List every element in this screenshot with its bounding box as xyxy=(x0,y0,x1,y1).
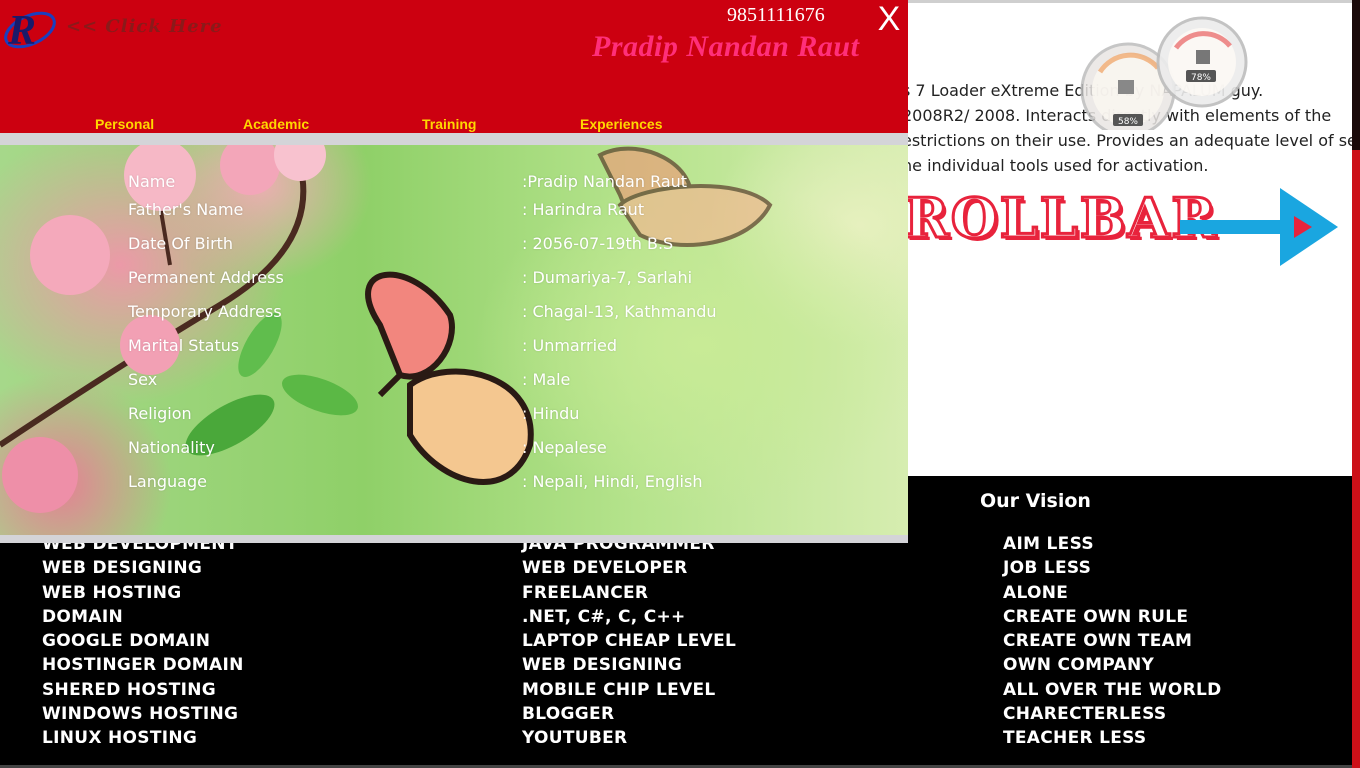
list-item: CHARECTERLESS xyxy=(1003,704,1167,725)
tab-experiences[interactable]: Experiences xyxy=(580,116,663,132)
list-item: ALL OVER THE WORLD xyxy=(1003,679,1222,700)
cpu-gauge-gadget[interactable]: 58% 78% xyxy=(1080,10,1250,130)
cpu-icon xyxy=(1118,80,1134,94)
gauge-large-value: 78% xyxy=(1191,73,1211,83)
list-item: BLOGGER xyxy=(522,704,615,725)
value-date-of-birth: : 2056-07-19th B.S xyxy=(522,234,674,253)
header-divider xyxy=(0,133,908,145)
label-permanent-address: Permanent Address xyxy=(128,268,284,287)
list-item: GOOGLE DOMAIN xyxy=(42,631,211,652)
list-item: HOSTINGER DOMAIN xyxy=(42,655,244,676)
value-language: : Nepali, Hindi, English xyxy=(522,472,703,491)
label-nationality: Nationality xyxy=(128,438,215,457)
vision-title: Our Vision xyxy=(980,490,1091,512)
window-edge xyxy=(1352,0,1360,768)
vision-list: AIM LESS JOB LESS ALONE CREATE OWN RULE … xyxy=(1003,532,1222,751)
list-item: .NET, C#, C, C++ xyxy=(522,606,686,627)
value-nationality: : Nepalese xyxy=(522,438,607,457)
label-language: Language xyxy=(128,472,207,491)
label-temporary-address: Temporary Address xyxy=(128,302,282,321)
list-item: WEB DESIGNING xyxy=(522,655,683,676)
close-button[interactable]: X xyxy=(874,0,904,39)
label-marital-status: Marital Status xyxy=(128,336,240,355)
skills-list: JAVA PROGRAMMER WEB DEVELOPER FREELANCER… xyxy=(522,532,736,751)
list-item: DOMAIN xyxy=(42,606,123,627)
popup-bottom-border xyxy=(0,535,908,543)
popup-header: R << Click Here 9851111676 X Pradip Nand… xyxy=(0,0,908,133)
value-sex: : Male xyxy=(522,370,571,389)
list-item: LAPTOP CHEAP LEVEL xyxy=(522,631,737,652)
list-item: WEB DEVELOPER xyxy=(522,558,688,579)
tab-academic[interactable]: Academic xyxy=(243,116,309,132)
list-item: LINUX HOSTING xyxy=(42,728,198,749)
services-list: WEB DEVELOPMENT WEB DESIGNING WEB HOSTIN… xyxy=(42,532,244,751)
list-item: JOB LESS xyxy=(1003,558,1092,579)
list-item: YOUTUBER xyxy=(522,728,628,749)
personal-info: Name :Pradip Nandan Raut Father's Name :… xyxy=(0,145,908,535)
phone-number: 9851111676 xyxy=(727,4,825,26)
value-religion: : Hindu xyxy=(522,404,580,423)
value-permanent-address: : Dumariya-7, Sarlahi xyxy=(522,268,693,287)
label-name: Name xyxy=(128,172,176,191)
butterfly-background-image: Name :Pradip Nandan Raut Father's Name :… xyxy=(0,145,908,535)
label-religion: Religion xyxy=(128,404,192,423)
owner-name: Pradip Nandan Raut xyxy=(592,30,860,63)
label-sex: Sex xyxy=(128,370,158,389)
list-item: WEB HOSTING xyxy=(42,582,182,603)
label-date-of-birth: Date Of Birth xyxy=(128,234,234,253)
list-item: SHERED HOSTING xyxy=(42,679,217,700)
list-item: FREELANCER xyxy=(522,582,649,603)
background-line: he individual tools used for activation. xyxy=(908,156,1209,175)
logo-icon[interactable]: R xyxy=(0,0,62,58)
list-item: WEB DESIGNING xyxy=(42,558,203,579)
list-item: ALONE xyxy=(1003,582,1069,603)
scrollbar-banner: ROLLBAR xyxy=(908,185,1219,252)
list-item: AIM LESS xyxy=(1003,534,1094,554)
arrow-right-icon xyxy=(1180,188,1338,266)
list-item: CREATE OWN RULE xyxy=(1003,606,1189,627)
svg-text:R: R xyxy=(7,8,36,54)
list-item: WINDOWS HOSTING xyxy=(42,704,239,725)
list-item: TEACHER LESS xyxy=(1003,728,1147,749)
memory-icon xyxy=(1196,50,1210,64)
click-here-link[interactable]: << Click Here xyxy=(66,16,223,37)
background-line: estrictions on their use. Provides an ad… xyxy=(908,131,1352,150)
value-fathers-name: : Harindra Raut xyxy=(522,200,645,219)
value-name: :Pradip Nandan Raut xyxy=(522,172,688,191)
label-fathers-name: Father's Name xyxy=(128,200,244,219)
list-item: OWN COMPANY xyxy=(1003,655,1155,676)
tab-personal[interactable]: Personal xyxy=(95,116,154,132)
tab-training[interactable]: Training xyxy=(422,116,476,132)
gauge-small-value: 58% xyxy=(1118,117,1138,127)
top-border xyxy=(908,0,1352,3)
profile-popup: R << Click Here 9851111676 X Pradip Nand… xyxy=(0,0,908,543)
list-item: CREATE OWN TEAM xyxy=(1003,631,1193,652)
value-marital-status: : Unmarried xyxy=(522,336,618,355)
list-item: MOBILE CHIP LEVEL xyxy=(522,679,716,700)
value-temporary-address: : Chagal-13, Kathmandu xyxy=(522,302,717,321)
